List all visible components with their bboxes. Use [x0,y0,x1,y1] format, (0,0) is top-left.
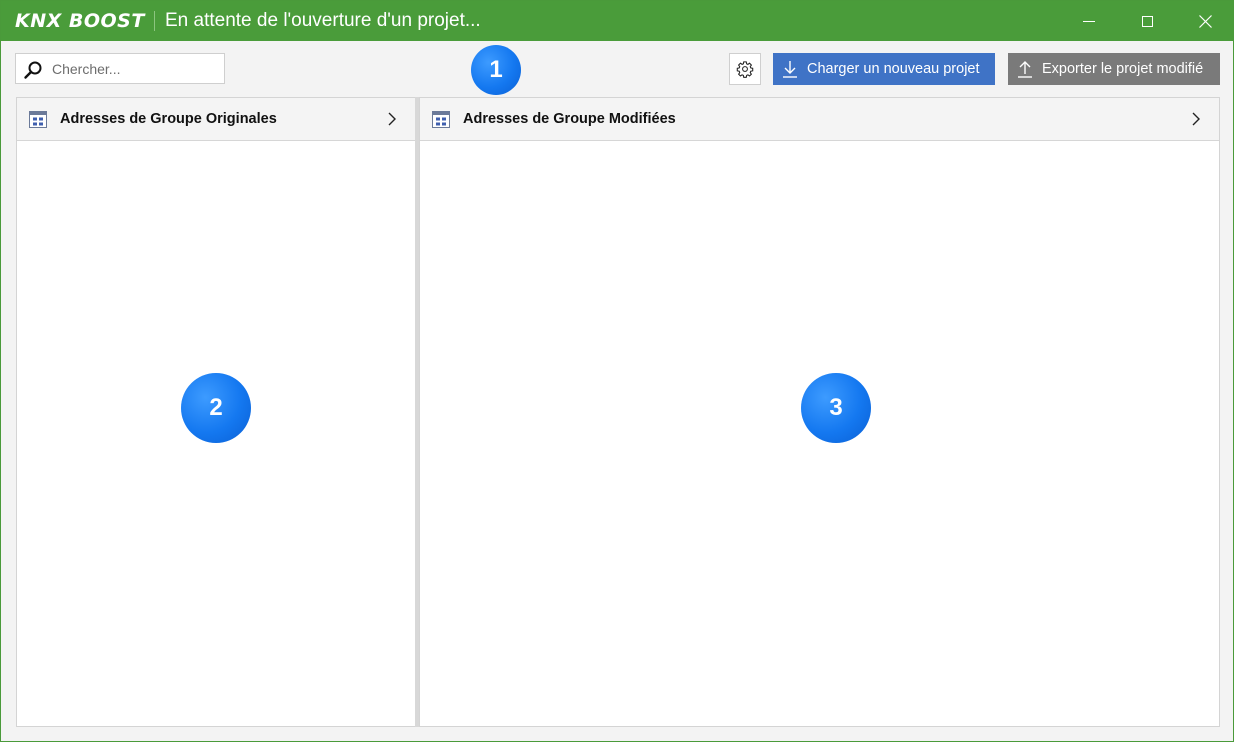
search-box[interactable] [15,53,225,84]
app-window: KNX BOOST En attente de l'ouverture d'un… [0,0,1234,742]
export-project-button[interactable]: Exporter le projet modifié [1008,53,1220,85]
panel-header-modified[interactable]: Adresses de Groupe Modifiées [420,98,1219,141]
chevron-right-icon[interactable] [385,111,399,127]
app-logo: KNX BOOST [15,10,145,32]
logo-text: KNX BOOST [15,10,145,32]
load-project-label: Charger un nouveau projet [807,61,980,77]
callout-badge-2: 2 [181,373,251,443]
callout-badge-1: 1 [471,45,521,95]
maximize-button[interactable] [1119,1,1175,41]
callout-badge-3: 3 [801,373,871,443]
table-icon [29,111,47,128]
panel-title-modified: Adresses de Groupe Modifiées [463,111,676,127]
gear-icon [736,61,754,78]
upload-arrow-icon [1018,61,1032,78]
title-divider [154,11,155,31]
close-icon [1198,14,1212,28]
download-arrow-icon [783,61,797,78]
minimize-icon [1083,20,1095,22]
minimize-button[interactable] [1061,1,1117,41]
maximize-icon [1141,15,1153,27]
table-icon [432,111,450,128]
window-title: En attente de l'ouverture d'un projet... [165,10,481,31]
panel-header-original[interactable]: Adresses de Groupe Originales [17,98,416,141]
chevron-right-icon[interactable] [1189,111,1203,127]
panel-title-original: Adresses de Groupe Originales [60,111,277,127]
close-button[interactable] [1177,1,1233,41]
export-project-label: Exporter le projet modifié [1042,61,1204,77]
search-icon [24,61,42,79]
load-project-button[interactable]: Charger un nouveau projet [773,53,995,85]
search-input[interactable] [52,54,220,83]
settings-button[interactable] [729,53,761,85]
title-bar[interactable]: KNX BOOST En attente de l'ouverture d'un… [1,1,1233,41]
